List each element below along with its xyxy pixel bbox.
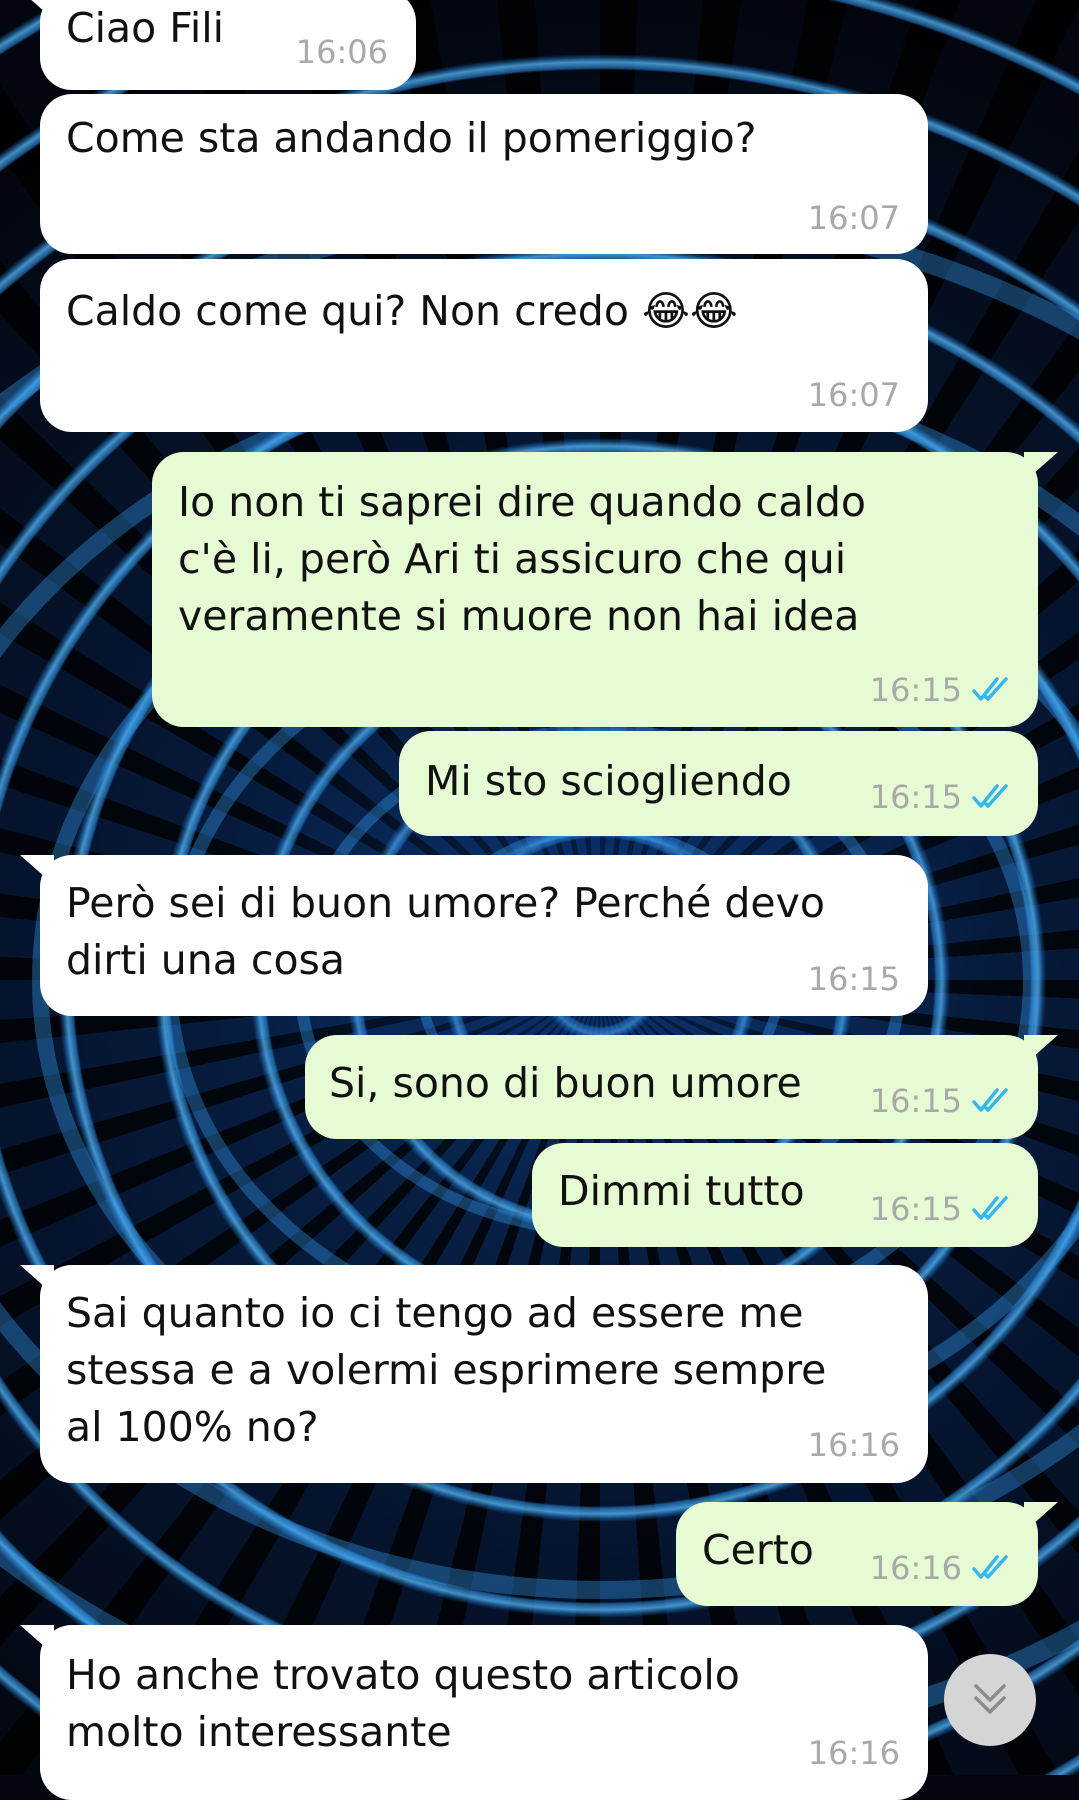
message-meta: 16:15 — [870, 670, 1014, 710]
message-bubble-outgoing[interactable]: Mi sto sciogliendo 16:15 — [399, 731, 1038, 836]
message-bubble-incoming[interactable]: Caldo come qui? Non credo 😂😂 16:07 — [40, 259, 928, 432]
message-bubble-incoming[interactable]: Però sei di buon umore? Perché devo dirt… — [20, 855, 928, 1016]
double-check-icon — [972, 677, 1008, 701]
message-time: 16:15 — [869, 1082, 962, 1120]
bubble-tail — [20, 1265, 54, 1295]
message-meta: 16:16 — [808, 1733, 900, 1773]
message-time: 16:16 — [807, 1426, 900, 1464]
message-text: Ho anche trovato questo articolo molto i… — [66, 1651, 740, 1756]
message-bubble-incoming[interactable]: Ciao Fili 16:06 — [31, 0, 416, 90]
message-time: 16:15 — [869, 671, 962, 709]
message-time: 16:16 — [807, 1734, 900, 1772]
message-time: 16:07 — [807, 376, 900, 414]
bubble-tail — [1024, 1502, 1058, 1532]
message-bubble-outgoing[interactable]: Io non ti saprei dire quando caldo c'è l… — [152, 452, 1058, 727]
double-check-icon — [972, 1088, 1008, 1112]
message-text: Però sei di buon umore? Perché devo dirt… — [66, 879, 825, 984]
bubble-tail — [1024, 1035, 1058, 1065]
message-text: Mi sto sciogliendo — [425, 757, 792, 805]
message-meta: 16:15 — [870, 1189, 1014, 1229]
message-meta: 16:07 — [808, 375, 900, 415]
message-meta: 16:15 — [870, 1081, 1014, 1121]
message-time: 16:15 — [869, 1190, 962, 1228]
bubble-tail — [20, 855, 54, 885]
double-check-icon — [972, 784, 1008, 808]
message-bubble-outgoing[interactable]: Dimmi tutto 16:15 — [532, 1143, 1038, 1247]
message-bubble-incoming[interactable]: Ho anche trovato questo articolo molto i… — [20, 1625, 928, 1800]
message-meta: 16:16 — [808, 1425, 900, 1465]
message-text: Dimmi tutto — [558, 1167, 805, 1215]
message-time: 16:07 — [807, 199, 900, 237]
message-text: Sai quanto io ci tengo ad essere me stes… — [66, 1289, 827, 1451]
message-text: Ciao Fili — [66, 4, 225, 52]
message-time: 16:15 — [869, 778, 962, 816]
message-bubble-incoming[interactable]: Sai quanto io ci tengo ad essere me stes… — [20, 1265, 928, 1483]
message-bubble-outgoing[interactable]: Si, sono di buon umore 16:15 — [305, 1035, 1058, 1139]
message-text: Certo — [702, 1526, 814, 1574]
message-bubble-outgoing[interactable]: Certo 16:16 — [676, 1502, 1058, 1606]
message-text: Caldo come qui? Non credo 😂😂 — [66, 287, 738, 335]
message-text: Si, sono di buon umore — [329, 1059, 802, 1107]
message-meta: 16:06 — [296, 32, 388, 72]
double-check-icon — [972, 1555, 1008, 1579]
message-meta: 16:15 — [808, 959, 900, 999]
chevron-double-down-icon — [974, 1684, 1006, 1714]
message-meta: 16:16 — [870, 1548, 1014, 1588]
message-meta: 16:07 — [808, 198, 900, 238]
bubble-tail — [1024, 452, 1058, 482]
message-bubble-incoming[interactable]: Come sta andando il pomeriggio? 16:07 — [40, 94, 928, 254]
message-text: Io non ti saprei dire quando caldo c'è l… — [178, 478, 866, 640]
message-time: 16:06 — [295, 33, 388, 71]
scroll-to-bottom-button[interactable] — [944, 1654, 1036, 1746]
message-time: 16:15 — [807, 960, 900, 998]
message-time: 16:16 — [869, 1549, 962, 1587]
message-text: Come sta andando il pomeriggio? — [66, 114, 757, 162]
double-check-icon — [972, 1196, 1008, 1220]
bubble-tail — [20, 1625, 54, 1655]
message-meta: 16:15 — [870, 777, 1014, 817]
bubble-tail — [31, 0, 54, 20]
